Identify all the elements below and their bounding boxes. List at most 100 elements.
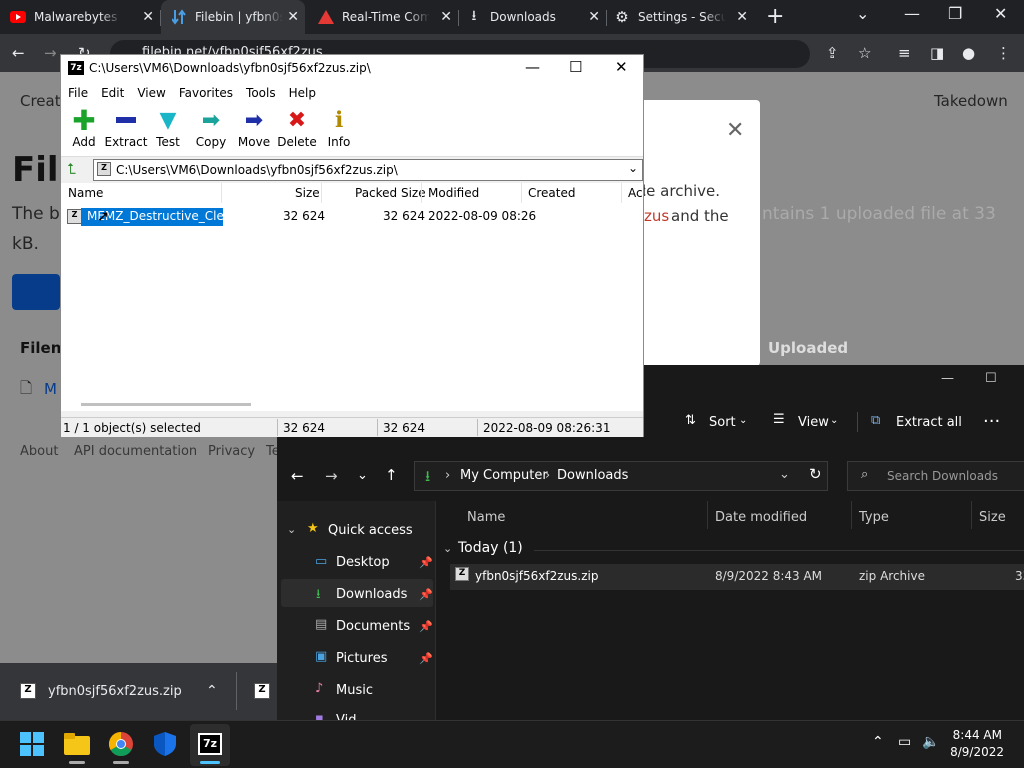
- col-name[interactable]: Name: [68, 186, 103, 200]
- chevron-up-icon[interactable]: ⌃: [206, 683, 218, 699]
- table-row[interactable]: Z MEMZ_Destructive_Clea... 32 624 32 624…: [67, 208, 642, 226]
- col-accessed[interactable]: Ac: [628, 186, 643, 200]
- info-button[interactable]: ℹ Info: [316, 105, 362, 155]
- start-icon[interactable]: [18, 730, 46, 758]
- group-today[interactable]: Today (1): [458, 540, 523, 556]
- chevron-down-icon[interactable]: ⌄: [287, 523, 296, 536]
- close-icon[interactable]: ✕: [615, 58, 628, 76]
- defender-shield-icon[interactable]: [151, 730, 179, 758]
- chevron-down-icon[interactable]: ⌄: [443, 542, 452, 555]
- menu-favorites[interactable]: Favorites: [172, 83, 239, 105]
- tab-filebin[interactable]: Filebin | yfbn0sj ✕: [161, 0, 305, 34]
- test-button[interactable]: ▼ Test: [145, 105, 191, 155]
- share-icon[interactable]: ⇪: [826, 44, 839, 62]
- file-name[interactable]: yfbn0sjf56xf2zus.zip: [475, 569, 598, 583]
- col-modified[interactable]: Modified: [428, 186, 479, 200]
- chrome-icon[interactable]: [107, 730, 135, 758]
- menu-tools[interactable]: Tools: [239, 83, 282, 105]
- menu-view[interactable]: View: [130, 83, 171, 105]
- minimize-icon[interactable]: —: [525, 58, 540, 76]
- extract-button[interactable]: Extract: [101, 105, 151, 155]
- chevron-up-icon[interactable]: ⌃: [872, 734, 884, 750]
- extract-all-icon[interactable]: ⧉: [871, 413, 880, 428]
- sort-button[interactable]: Sort: [709, 415, 736, 430]
- clock-time[interactable]: 8:44 AM: [953, 728, 1002, 742]
- minimize-icon[interactable]: —: [904, 4, 920, 23]
- maximize-icon[interactable]: ☐: [569, 58, 582, 76]
- clock-date[interactable]: 8/9/2022: [950, 745, 1004, 759]
- col-size[interactable]: Size: [295, 186, 320, 200]
- tab-downloads[interactable]: ⭳ Downloads ✕: [466, 0, 606, 34]
- nav-downloads[interactable]: Downloads: [336, 587, 407, 602]
- menu-file[interactable]: File: [61, 83, 94, 105]
- zip-file-icon[interactable]: Z: [254, 683, 270, 699]
- reading-list-icon[interactable]: ≡: [898, 44, 911, 62]
- horizontal-scrollbar[interactable]: [81, 403, 251, 406]
- minimize-icon[interactable]: —: [941, 371, 954, 386]
- extract-all-button[interactable]: Extract all: [896, 415, 962, 430]
- back-icon[interactable]: ←: [291, 467, 304, 485]
- col-created[interactable]: Created: [528, 186, 576, 200]
- network-icon[interactable]: ▭: [898, 734, 911, 750]
- nav-pictures[interactable]: Pictures: [336, 651, 387, 666]
- tab-malwarebytes[interactable]: Malwarebytes su ✕: [10, 0, 160, 34]
- nav-music[interactable]: Music: [336, 683, 373, 698]
- close-tab-icon[interactable]: ✕: [142, 9, 154, 25]
- copy-button[interactable]: ➡ Copy: [188, 105, 234, 155]
- back-icon[interactable]: ←: [12, 44, 25, 62]
- col-size[interactable]: Size: [979, 510, 1006, 525]
- view-icon[interactable]: ☰: [773, 412, 785, 427]
- view-button[interactable]: View: [798, 415, 829, 430]
- profile-icon[interactable]: ●: [962, 44, 975, 62]
- menu-kebab-icon[interactable]: ⋮: [996, 44, 1011, 62]
- download-filename[interactable]: yfbn0sjf56xf2zus.zip: [48, 684, 182, 699]
- tab-search-icon[interactable]: ⌄: [856, 4, 869, 23]
- side-panel-icon[interactable]: ◨: [930, 44, 944, 62]
- volume-icon[interactable]: 🔈: [922, 734, 939, 750]
- close-tab-icon[interactable]: ✕: [588, 9, 600, 25]
- 7zip-address-input[interactable]: Z C:\Users\VM6\Downloads\yfbn0sjf56xf2zu…: [93, 159, 643, 181]
- tab-settings[interactable]: ⚙ Settings - Secur ✕: [614, 0, 754, 34]
- nav-desktop[interactable]: Desktop: [336, 555, 390, 570]
- col-packed-size[interactable]: Packed Size: [355, 186, 426, 200]
- 7zip-taskbar-icon[interactable]: 7z: [196, 730, 224, 758]
- restore-icon[interactable]: ❐: [948, 4, 962, 23]
- menu-edit[interactable]: Edit: [94, 83, 130, 105]
- nav-documents[interactable]: Documents: [336, 619, 410, 634]
- folder-up-icon[interactable]: ⮤: [67, 160, 76, 178]
- move-button[interactable]: ➡ Move: [231, 105, 277, 155]
- close-tab-icon[interactable]: ✕: [287, 9, 299, 25]
- recent-locations-icon[interactable]: ⌄: [357, 468, 368, 483]
- breadcrumb-downloads[interactable]: Downloads: [557, 468, 628, 483]
- sort-icon[interactable]: ⇅: [685, 413, 696, 428]
- col-date-modified[interactable]: Date modified: [715, 510, 807, 525]
- col-name[interactable]: Name: [467, 510, 505, 525]
- modal-close-icon[interactable]: ✕: [726, 118, 744, 143]
- new-tab-icon[interactable]: +: [766, 4, 784, 29]
- breadcrumb-my-computer[interactable]: My Computer: [460, 468, 548, 483]
- forward-icon[interactable]: →: [44, 44, 57, 62]
- pin-icon[interactable]: 📌: [419, 556, 433, 569]
- delete-button[interactable]: ✖ Delete: [274, 105, 320, 155]
- menu-help[interactable]: Help: [282, 83, 322, 105]
- more-options-icon[interactable]: ···: [983, 411, 1000, 432]
- refresh-icon[interactable]: ↻: [809, 465, 822, 483]
- nav-quick-access[interactable]: Quick access: [328, 523, 413, 538]
- up-icon[interactable]: ↑: [385, 466, 398, 484]
- pin-icon[interactable]: 📌: [419, 588, 433, 601]
- close-tab-icon[interactable]: ✕: [440, 9, 452, 25]
- pin-icon[interactable]: 📌: [419, 652, 433, 665]
- bookmark-star-icon[interactable]: ☆: [858, 44, 871, 62]
- tab-realtime[interactable]: Real-Time Comr ✕: [318, 0, 458, 34]
- chevron-down-icon[interactable]: ⌄: [628, 161, 638, 175]
- chevron-down-icon[interactable]: ⌄: [779, 467, 790, 482]
- forward-icon[interactable]: →: [325, 467, 338, 485]
- col-type[interactable]: Type: [859, 510, 889, 525]
- pin-icon[interactable]: 📌: [419, 620, 433, 633]
- 7zip-titlebar[interactable]: 7z C:\Users\VM6\Downloads\yfbn0sjf56xf2z…: [61, 55, 643, 83]
- file-explorer-icon[interactable]: [63, 730, 91, 758]
- close-tab-icon[interactable]: ✕: [736, 9, 748, 25]
- close-window-icon[interactable]: ✕: [994, 4, 1007, 23]
- restore-icon[interactable]: ☐: [985, 371, 997, 386]
- nav-videos[interactable]: Vid: [336, 713, 356, 720]
